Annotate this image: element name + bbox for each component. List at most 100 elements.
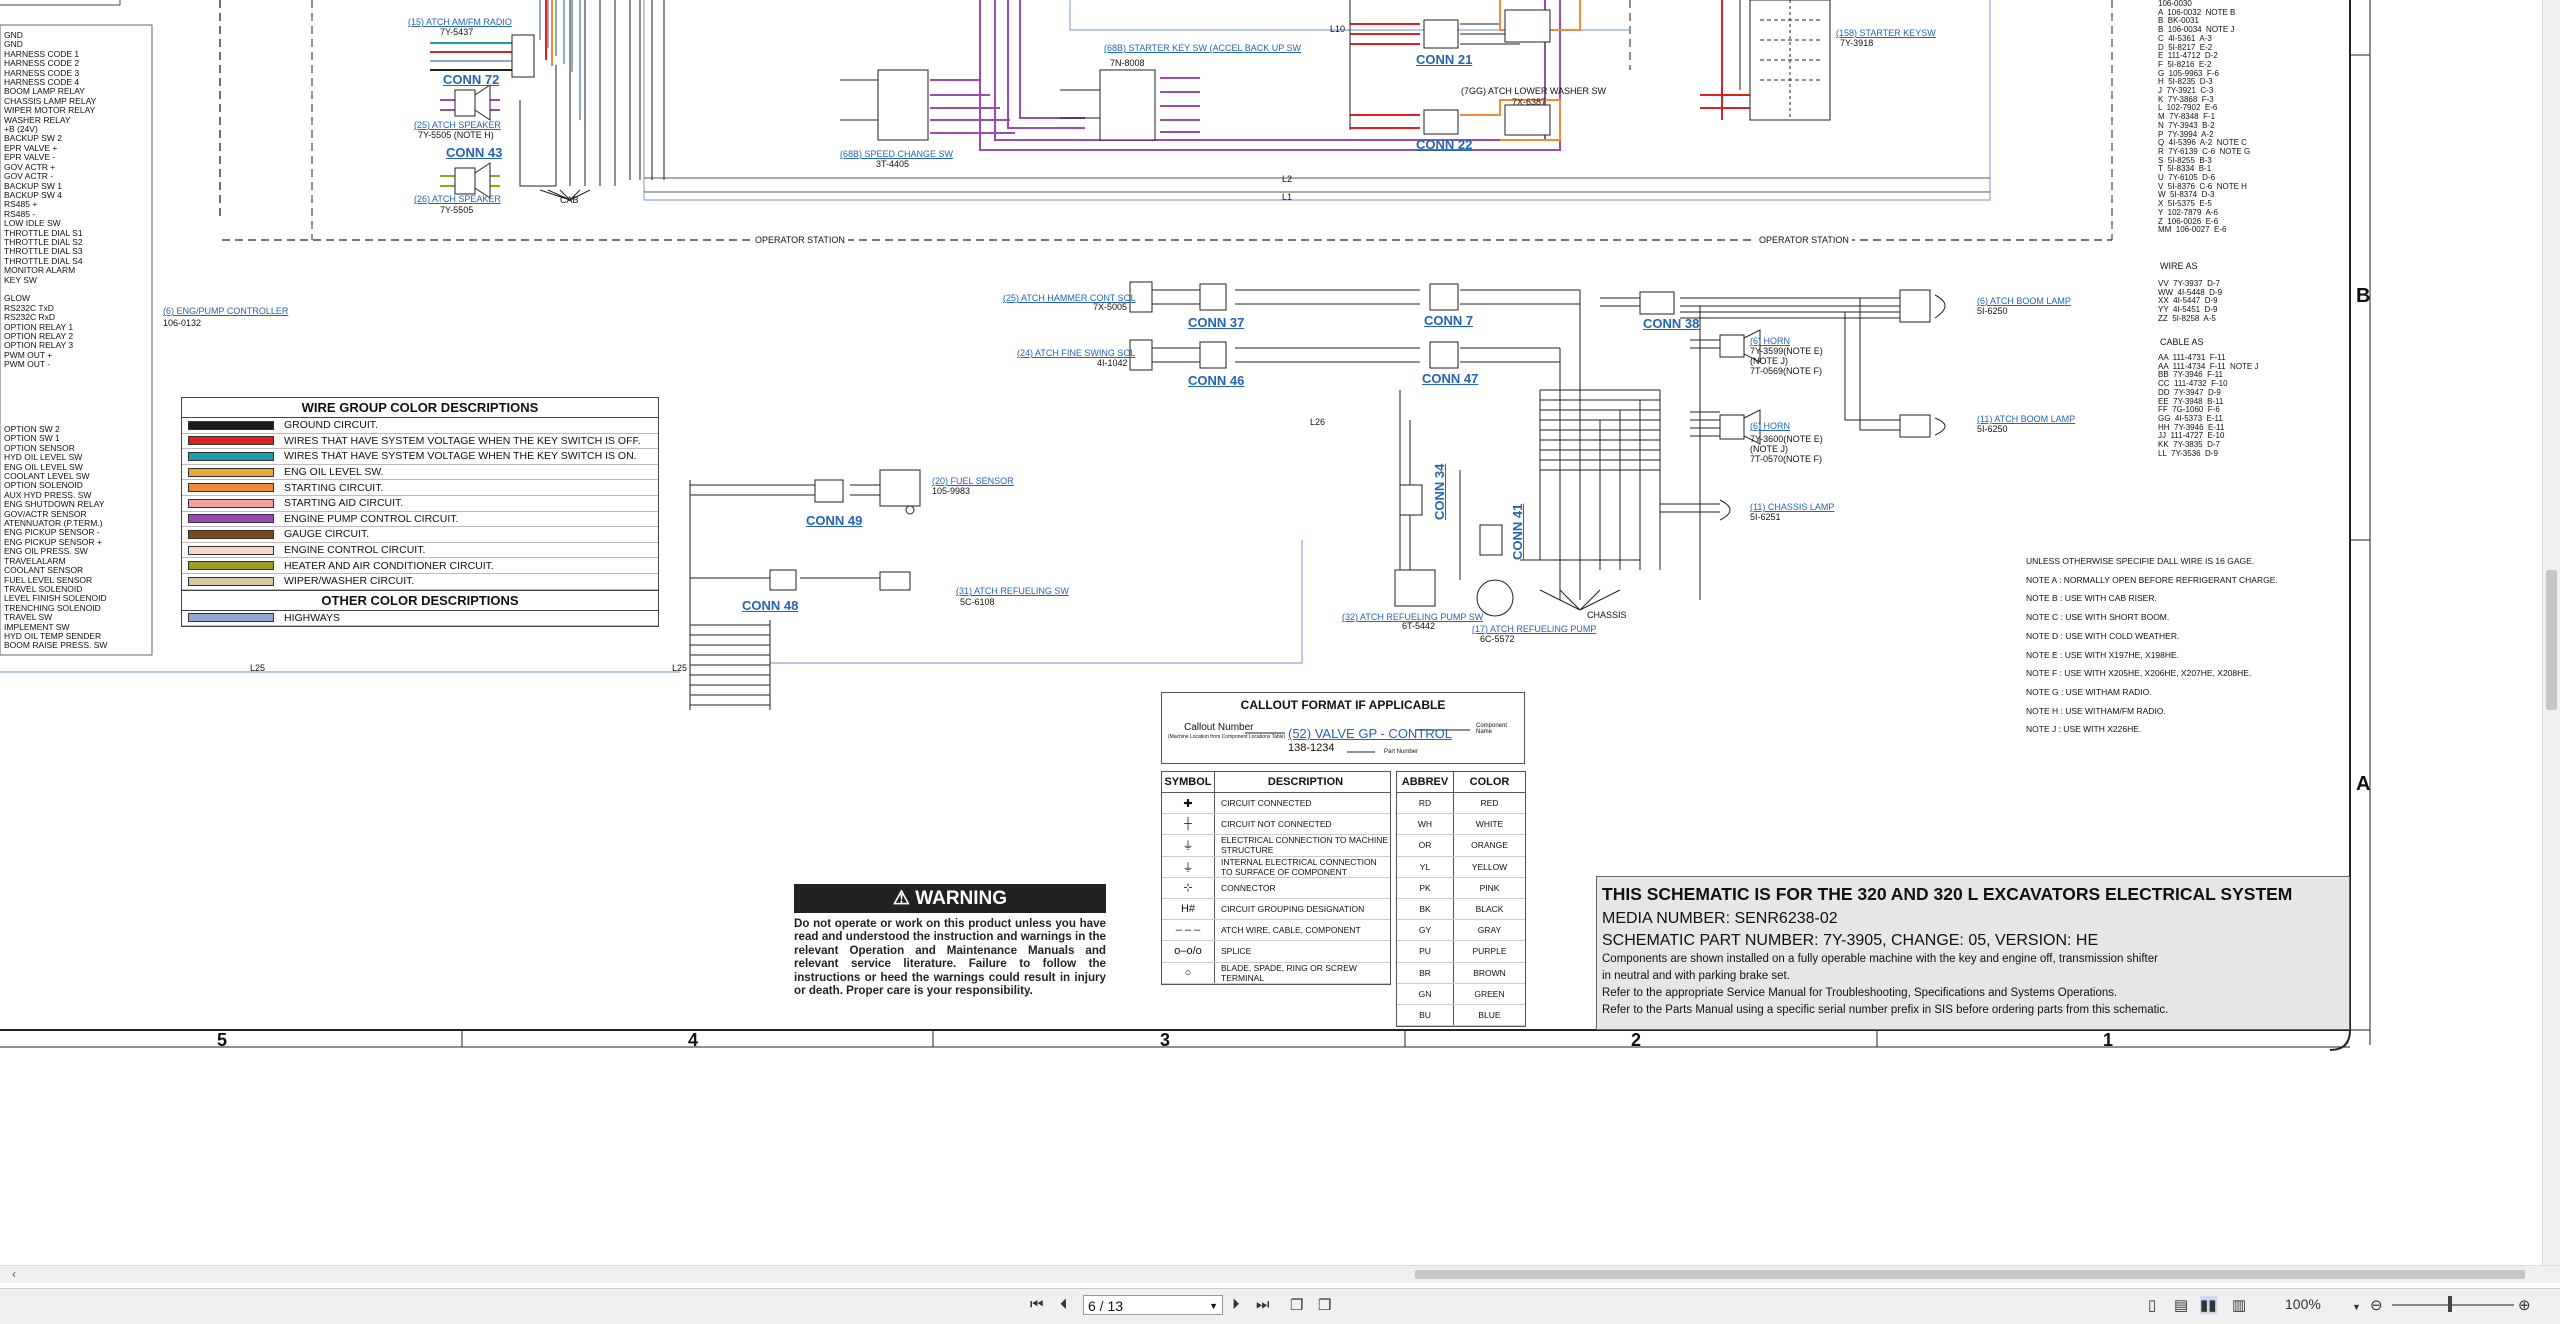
last-page-icon[interactable]: ⏭: [1256, 1296, 1270, 1313]
symbol-description: INTERNAL ELECTRICAL CONNECTION TO SURFAC…: [1221, 856, 1377, 877]
page-dropdown-chevron-icon[interactable]: ▼: [1209, 1296, 1218, 1316]
legend-row: STARTING CIRCUIT.: [182, 480, 658, 496]
continuous-two-page-icon[interactable]: ▥: [2232, 1296, 2246, 1314]
conn-72-label[interactable]: CONN 72: [443, 72, 499, 87]
boom-lamp1-label[interactable]: (6) ATCH BOOM LAMP: [1977, 296, 2071, 306]
schematic-title: THIS SCHEMATIC IS FOR THE 320 AND 320 L …: [1602, 884, 2293, 904]
legend-swatch: [188, 514, 274, 524]
conn-43-label[interactable]: CONN 43: [446, 145, 502, 160]
zoom-dropdown-icon[interactable]: ▼: [2352, 1302, 2361, 1312]
horizontal-scroll-thumb[interactable]: [1415, 1270, 2525, 1279]
legend-swatch: [188, 451, 274, 461]
conn-41-label[interactable]: CONN 41: [1510, 504, 1525, 560]
two-page-view-icon[interactable]: ▮▮: [2200, 1296, 2217, 1314]
conn-48-label[interactable]: CONN 48: [742, 598, 798, 613]
conn-37-label[interactable]: CONN 37: [1188, 315, 1244, 330]
description-col-header: DESCRIPTION: [1267, 776, 1344, 788]
starter-keysw2-label[interactable]: (158) STARTER KEYSW: [1836, 28, 1936, 38]
pin-label: KEY SW: [4, 274, 37, 285]
legend-row: ENG OIL LEVEL SW.: [182, 465, 658, 481]
abbrev-col-header: ABBREV: [1397, 772, 1454, 792]
abbrev-row: YL YELLOW: [1397, 856, 1525, 878]
abbrev-row: PK PINK: [1397, 877, 1525, 899]
legend-swatch: [188, 561, 274, 571]
vertical-scrollbar[interactable]: [2542, 0, 2560, 1265]
legend-swatch: [188, 529, 274, 539]
chassis-lamp-label[interactable]: (11) CHASSIS LAMP: [1750, 502, 1834, 512]
refuel-sw-label[interactable]: (31) ATCH REFUELING SW: [956, 586, 1069, 596]
note-line: NOTE A : NORMALLY OPEN BEFORE REFRIGERAN…: [2026, 574, 2278, 585]
table-row: ZZ 5I-8258 A-5: [2158, 313, 2216, 323]
symbol-row: o–o/o SPLICE: [1162, 941, 1390, 963]
fine-swing-part: 4I-1042: [1097, 358, 1128, 368]
legend-label: HEATER AND AIR CONDITIONER CIRCUIT.: [284, 559, 494, 572]
pin-label: PWM OUT -: [4, 359, 51, 370]
fuel-sensor-label[interactable]: (20) FUEL SENSOR: [932, 476, 1014, 486]
fit-page-icon[interactable]: ❐: [1290, 1296, 1303, 1314]
symbol-description: ATCH WIRE, CABLE, COMPONENT: [1221, 925, 1361, 936]
abbrev-color: BROWN: [1473, 967, 1506, 978]
conn-49-label[interactable]: CONN 49: [806, 513, 862, 528]
conn-46-label[interactable]: CONN 46: [1188, 373, 1244, 388]
legend-row: WIRES THAT HAVE SYSTEM VOLTAGE WHEN THE …: [182, 449, 658, 465]
conn-47-label[interactable]: CONN 47: [1422, 371, 1478, 386]
horn1-label[interactable]: (6) HORN: [1750, 336, 1790, 346]
symbol-description: CONNECTOR: [1221, 882, 1276, 893]
prev-page-icon[interactable]: ⏴: [1060, 1296, 1068, 1313]
wire-l25-a: L25: [250, 663, 266, 673]
zoom-level[interactable]: 100%: [2285, 1296, 2321, 1312]
speed-change-label[interactable]: (68B) SPEED CHANGE SW: [840, 149, 953, 159]
table-row: MM 106-0027 E-6: [2158, 225, 2227, 235]
att-speaker1-label[interactable]: (25) ATCH SPEAKER: [414, 120, 501, 130]
zoom-slider[interactable]: [2392, 1304, 2514, 1306]
conn-34-label[interactable]: CONN 34: [1432, 464, 1447, 520]
continuous-view-icon[interactable]: ▤: [2174, 1296, 2188, 1314]
refuel-pump-label[interactable]: (17) ATCH REFUELING PUMP: [1472, 624, 1596, 634]
fit-width-icon[interactable]: ❒: [1318, 1296, 1331, 1314]
wire-as-table: VV 7Y-3937 D-7 WW 4I-5448 D-9 XX 4I-5447 D…: [2158, 279, 2222, 324]
conn-22-label[interactable]: CONN 22: [1416, 137, 1472, 152]
am-radio-label[interactable]: (15) ATCH AM/FM RADIO: [408, 17, 512, 27]
abbrev-row: GN GREEN: [1397, 983, 1525, 1005]
warning-text: Do not operate or work on this product u…: [794, 917, 1106, 998]
zoom-slider-thumb[interactable]: [2448, 1296, 2452, 1312]
horn2-label[interactable]: (6) HORN: [1750, 421, 1790, 431]
symbol-row: ✚ CIRCUIT CONNECTED: [1162, 793, 1390, 815]
conn-7-label[interactable]: CONN 7: [1424, 313, 1473, 328]
single-page-view-icon[interactable]: ▯: [2148, 1296, 2156, 1314]
zone-2: 2: [1631, 1030, 1642, 1050]
att-speaker2-label[interactable]: (26) ATCH SPEAKER: [414, 194, 501, 204]
legend-label: STARTING CIRCUIT.: [284, 481, 384, 494]
controller-pin-list-top: GND GND HARNESS CODE 1 HARNESS CODE 2 HARNES…: [4, 30, 96, 370]
vertical-scroll-thumb[interactable]: [2546, 570, 2557, 710]
note-line: UNLESS OTHERWISE SPECIFIE DALL WIRE IS 1…: [2026, 556, 2255, 566]
pin-label: BOOM RAISE PRESS. SW: [4, 640, 108, 651]
scroll-left-arrow-icon[interactable]: ‹: [12, 1267, 16, 1281]
conn-38-label[interactable]: CONN 38: [1643, 316, 1699, 331]
conn-21-label[interactable]: CONN 21: [1416, 52, 1472, 67]
symbol-description: BLADE, SPADE, RING OR SCREW TERMINAL: [1221, 962, 1357, 983]
first-page-icon[interactable]: ⏮: [1030, 1296, 1044, 1313]
symbol-description: ELECTRICAL CONNECTION TO MACHINE STRUCTU…: [1221, 835, 1389, 856]
fine-swing-label[interactable]: (24) ATCH FINE SWING SOL: [1017, 348, 1135, 358]
legend-label: STARTING AID CIRCUIT.: [284, 497, 404, 510]
engpump-controller-label[interactable]: (6) ENG/PUMP CONTROLLER: [163, 306, 288, 316]
note-line: NOTE H : USE WITHAM/FM RADIO.: [2026, 705, 2166, 716]
abbrev-color: RED: [1480, 798, 1499, 809]
abbrev-code: OR: [1397, 835, 1454, 856]
warning-title: WARNING: [915, 888, 1008, 909]
horn1-part: 7Y-3599(NOTE E): [1750, 346, 1823, 356]
color-col-header: COLOR: [1469, 776, 1510, 788]
next-page-icon[interactable]: ⏵: [1232, 1296, 1240, 1313]
chassis-label: CHASSIS: [1587, 610, 1627, 620]
abbrev-row: OR ORANGE: [1397, 835, 1525, 857]
legend-swatch: [188, 613, 274, 623]
page-number-field[interactable]: 6 / 13 ▼: [1083, 1295, 1223, 1315]
zoom-out-icon[interactable]: ⊖: [2370, 1296, 2383, 1314]
starter-key-sw-label[interactable]: (68B) STARTER KEY SW (ACCEL BACK UP SW: [1104, 43, 1301, 53]
symbol-row: ⊹ CONNECTOR: [1162, 877, 1390, 899]
zoom-in-icon[interactable]: ⊕: [2518, 1296, 2531, 1314]
horizontal-scrollbar[interactable]: ‹: [0, 1265, 2560, 1283]
boom-lamp2-label[interactable]: (11) ATCH BOOM LAMP: [1977, 414, 2075, 424]
symbol-description: CIRCUIT GROUPING DESIGNATION: [1221, 904, 1365, 915]
